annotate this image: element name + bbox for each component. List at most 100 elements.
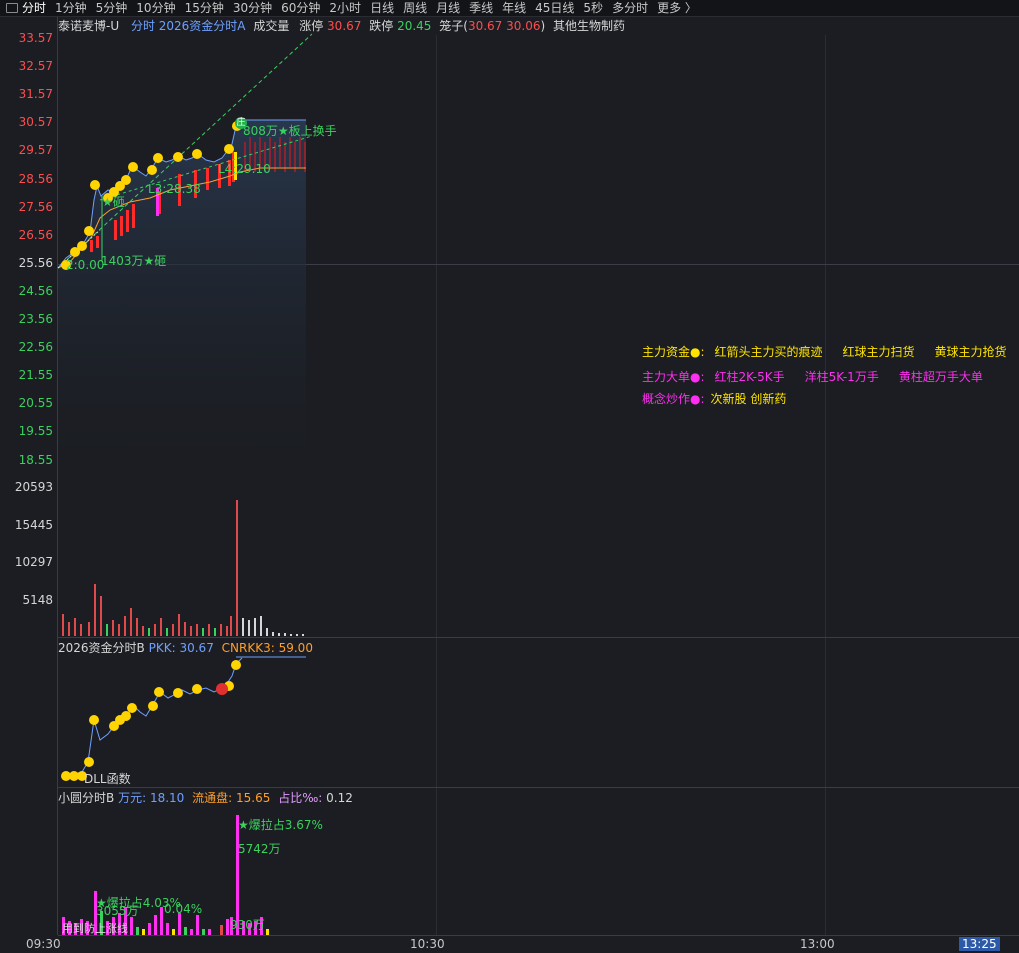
legend-row-money: 主力资金●: 红箭头主力买的痕迹 红球主力扫货 黄球主力抢货 [642, 343, 1019, 360]
main-bar [126, 210, 129, 232]
annot-808: 808万★板上换手 [243, 124, 337, 138]
volume-bar [284, 633, 286, 636]
sub2-bar [220, 925, 223, 935]
volume-bar [68, 622, 70, 636]
burst-amount-2: 3055万 [96, 904, 139, 918]
volume-bar [236, 500, 238, 636]
burst-amount-3: 930万 [230, 918, 265, 932]
yellow-ball-icon [121, 175, 131, 185]
annot-start: 2:0.00 [66, 258, 105, 272]
yellow-ball-icon [89, 715, 99, 725]
yellow-ball-icon [147, 165, 157, 175]
volume-bar [230, 616, 232, 636]
yellow-ball-icon [154, 687, 164, 697]
yellow-ball-icon [148, 701, 158, 711]
main-bar [132, 204, 135, 228]
sub2-bar [166, 923, 169, 935]
sub1-header: 2026资金分时B PKK: 30.67 CNRKK3: 59.00 [58, 639, 313, 657]
red-ball-marker [216, 683, 228, 695]
main-bar [289, 137, 291, 167]
volume-bar [74, 618, 76, 636]
volume-bar [278, 633, 280, 636]
volume-bar [272, 632, 274, 636]
annot-1403: 1403万★砸 [101, 254, 167, 268]
legend-label: 主力大单●: [642, 370, 705, 384]
pkk-value: 30.67 [179, 641, 214, 655]
legend-item: 洋柱5K-1万手 [804, 370, 879, 384]
volume-bar [220, 624, 222, 636]
cnr-label: CNRKK3: [221, 641, 275, 655]
sub2-title[interactable]: 小圆分时B [58, 791, 114, 805]
volume-bar [226, 626, 228, 636]
volume-bar [130, 608, 132, 636]
sub1-yellow-balls [61, 660, 241, 781]
chart-canvas [57, 33, 313, 935]
yellow-ball-icon [121, 711, 131, 721]
limit-badge-icon: 庄 [235, 117, 247, 129]
yellow-ball-icon [192, 684, 202, 694]
main-bar [299, 137, 301, 167]
volume-bar [248, 620, 250, 636]
legend-row-orders: 主力大单●: 红柱2K-5K手 洋柱5K-1万手 黄柱超万手大单 [642, 368, 1003, 385]
legend-item: 黄球主力抢货 [934, 345, 1007, 359]
volume-bar [196, 624, 198, 636]
volume-bar [266, 628, 268, 636]
time-mid: 10:30 [410, 937, 445, 951]
yellow-ball-icon [127, 703, 137, 713]
volume-bar [260, 616, 262, 636]
volume-bar [80, 624, 82, 636]
yellow-ball-icon [90, 180, 100, 190]
pkk-label: PKK: [148, 641, 176, 655]
volume-bar [124, 616, 126, 636]
yellow-ball-icon [153, 153, 163, 163]
volume-bar [184, 622, 186, 636]
legend-label: 概念炒作●: [642, 392, 705, 406]
volume-bar [302, 634, 304, 636]
sub2-bar [136, 927, 139, 935]
sub2-bar [184, 927, 187, 935]
volume-bar [178, 614, 180, 636]
volume-bar [202, 628, 204, 636]
annot-l4: L4:29.10 [218, 162, 271, 176]
burst-pct-2: 0.04% [164, 902, 203, 916]
float-value: 15.65 [236, 791, 271, 805]
sub2-header: 小圆分时B 万元: 18.10 流通盘: 15.65 占比‰: 0.12 [58, 789, 353, 807]
yellow-ball-icon [84, 226, 94, 236]
sub1-dll-label: DLL函数 [84, 772, 131, 786]
yellow-ball-icon [224, 144, 234, 154]
volume-bar [242, 618, 244, 636]
main-bar [90, 240, 93, 252]
volume-bar [214, 628, 216, 636]
volume-bar [62, 614, 64, 636]
volume-bar [112, 620, 114, 636]
yellow-ball-icon [231, 660, 241, 670]
ratio-label: 占比‰: [278, 791, 323, 805]
sub1-title[interactable]: 2026资金分时B [58, 641, 145, 655]
sub2-bar [202, 929, 205, 935]
yellow-ball-icon [84, 757, 94, 767]
bottom-note: 用到防上涨线 [62, 922, 128, 935]
volume-bar [94, 584, 96, 636]
yellow-ball-icon [173, 688, 183, 698]
sub2-bar [130, 917, 133, 935]
volume-bar [166, 628, 168, 636]
volume-bar [106, 624, 108, 636]
float-label: 流通盘: [192, 791, 233, 805]
burst-amount: 5742万 [238, 842, 281, 856]
volume-bar [148, 628, 150, 636]
main-bar [120, 216, 123, 236]
wan-value: 18.10 [149, 791, 185, 805]
volume-bar [154, 624, 156, 636]
ratio-value: 0.12 [326, 791, 353, 805]
cnr-value: 59.00 [278, 641, 313, 655]
sub2-bar [160, 907, 163, 935]
burst-annot: ★爆拉占3.67% [238, 818, 323, 832]
volume-bar [136, 618, 138, 636]
yellow-ball-icon [128, 162, 138, 172]
time-cursor: 13:25 [959, 937, 1000, 951]
volume-bar [118, 624, 120, 636]
volume-bar [172, 624, 174, 636]
legend-item: 次新股 创新药 [710, 392, 787, 406]
main-bar [279, 137, 281, 167]
annot-smash: ★砸 [102, 195, 125, 209]
